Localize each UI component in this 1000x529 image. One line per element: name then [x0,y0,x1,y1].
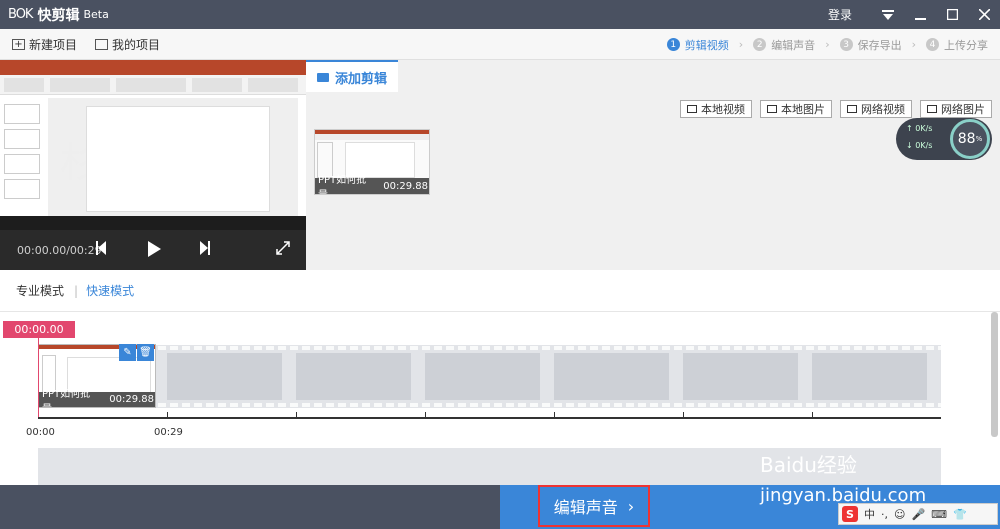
edit-icon[interactable]: ✎ [119,344,136,361]
keyboard-icon[interactable]: ⌨ [931,508,947,521]
new-project-button[interactable]: + 新建项目 [12,36,77,53]
maximize-icon[interactable] [936,0,968,29]
track-clip-duration: 00:29.88 [109,394,154,405]
trash-icon[interactable]: 🗑 [137,344,154,361]
ime-punct: ·, [881,507,888,521]
image-icon [767,105,777,113]
step-export[interactable]: 3 保存导出 [839,37,902,53]
step-edit-audio[interactable]: 2 编辑声音 [753,37,815,53]
app-logo: BOK 快剪辑 Beta [8,5,109,25]
minimize-icon[interactable] [904,0,936,29]
local-video-button[interactable]: 本地视频 [680,100,752,118]
upload-speed: 0K/s [915,124,933,133]
local-image-button[interactable]: 本地图片 [760,100,832,118]
fullscreen-icon[interactable] [276,241,290,259]
edit-audio-button[interactable]: 编辑声音 › [538,485,650,527]
image-icon [927,105,937,113]
online-video-button[interactable]: 网络视频 [840,100,912,118]
step-indicator: 1 剪辑视频 › 2 编辑声音 › 3 保存导出 › 4 上传分享 [657,29,988,60]
step-share[interactable]: 4 上传分享 [926,37,988,53]
video-icon [847,105,857,113]
toolbar: + 新建项目 我的项目 1 剪辑视频 › 2 编辑声音 › 3 保存导出 › 4… [0,29,1000,60]
chevron-right-icon: › [911,38,916,51]
media-clip[interactable]: PPT如何批量... 00:29.88 [314,129,430,195]
chevron-right-icon: › [627,496,635,516]
chevron-right-icon: › [825,38,830,51]
tab-add-clip[interactable]: 添加剪辑 [306,60,398,92]
app-name: 快剪辑 [37,7,80,24]
download-speed: 0K/s [915,141,933,150]
step-edit-video[interactable]: 1 剪辑视频 [666,37,729,53]
emoji-icon[interactable]: ☺ [894,508,905,521]
track-clip-title: PPT如何批量... [42,388,91,408]
title-bar: BOK 快剪辑 Beta 登录 [0,0,1000,29]
beta-label: Beta [83,8,109,21]
play-icon[interactable] [148,241,161,261]
bottom-bar: 编辑声音 › Baidu经验 jingyan.baidu.com S 中 ·, … [0,453,1000,529]
logo-mark: BOK [8,7,33,22]
skip-back-icon[interactable] [96,241,106,259]
folder-icon [95,38,109,50]
ruler-start: 00:00 [26,427,55,438]
network-speed-widget: ↑ 0K/s ↓ 0K/s 88% [896,118,992,160]
video-preview: 杉 00:00.00/00:29 [0,60,306,270]
watermark-brand: Baidu经验 [760,453,857,477]
timeline-scrollbar[interactable] [991,312,998,437]
time-ruler [38,417,941,419]
shirt-icon[interactable]: 👕 [953,508,967,521]
my-projects-label: 我的项目 [112,37,161,52]
video-track [38,345,941,408]
dropdown-menu-icon[interactable] [872,0,904,29]
usage-ring: 88% [950,119,990,159]
pro-mode-tab[interactable]: 专业模式 [16,282,64,299]
ruler-end: 00:29 [154,427,183,438]
mode-bar: 专业模式 | 快速模式 [0,270,1000,312]
camera-icon [316,72,329,82]
play-time: 00:00.00/00:29 [17,243,102,257]
new-project-label: 新建项目 [29,37,78,52]
media-library: 添加剪辑 本地视频 本地图片 网络视频 网络图片 PPT如何批量... 00:2… [306,60,1000,270]
ime-lang: 中 [864,508,875,521]
chevron-right-icon: › [738,38,744,51]
clip-title: PPT如何批量... [318,175,367,194]
plus-icon: + [12,38,25,50]
login-link[interactable]: 登录 [828,6,852,23]
skip-forward-icon[interactable] [200,241,210,259]
mic-icon[interactable]: 🎤 [911,508,925,521]
fast-mode-tab[interactable]: 快速模式 [86,282,134,299]
next-step-area: 编辑声音 › Baidu经验 jingyan.baidu.com S 中 ·, … [500,453,1000,529]
preview-frame: 杉 [0,60,306,230]
player-controls: 00:00.00/00:29 [0,230,306,270]
video-icon [687,105,697,113]
sogou-icon: S [842,506,858,522]
online-image-button[interactable]: 网络图片 [920,100,992,118]
playhead-time[interactable]: 00:00.00 [3,321,75,338]
playhead[interactable] [38,338,39,418]
clip-duration: 00:29.88 [383,180,428,192]
my-projects-button[interactable]: 我的项目 [95,36,160,53]
ime-toolbar[interactable]: S 中 ·, ☺ 🎤 ⌨ 👕 [838,503,998,525]
close-icon[interactable] [968,0,1000,29]
